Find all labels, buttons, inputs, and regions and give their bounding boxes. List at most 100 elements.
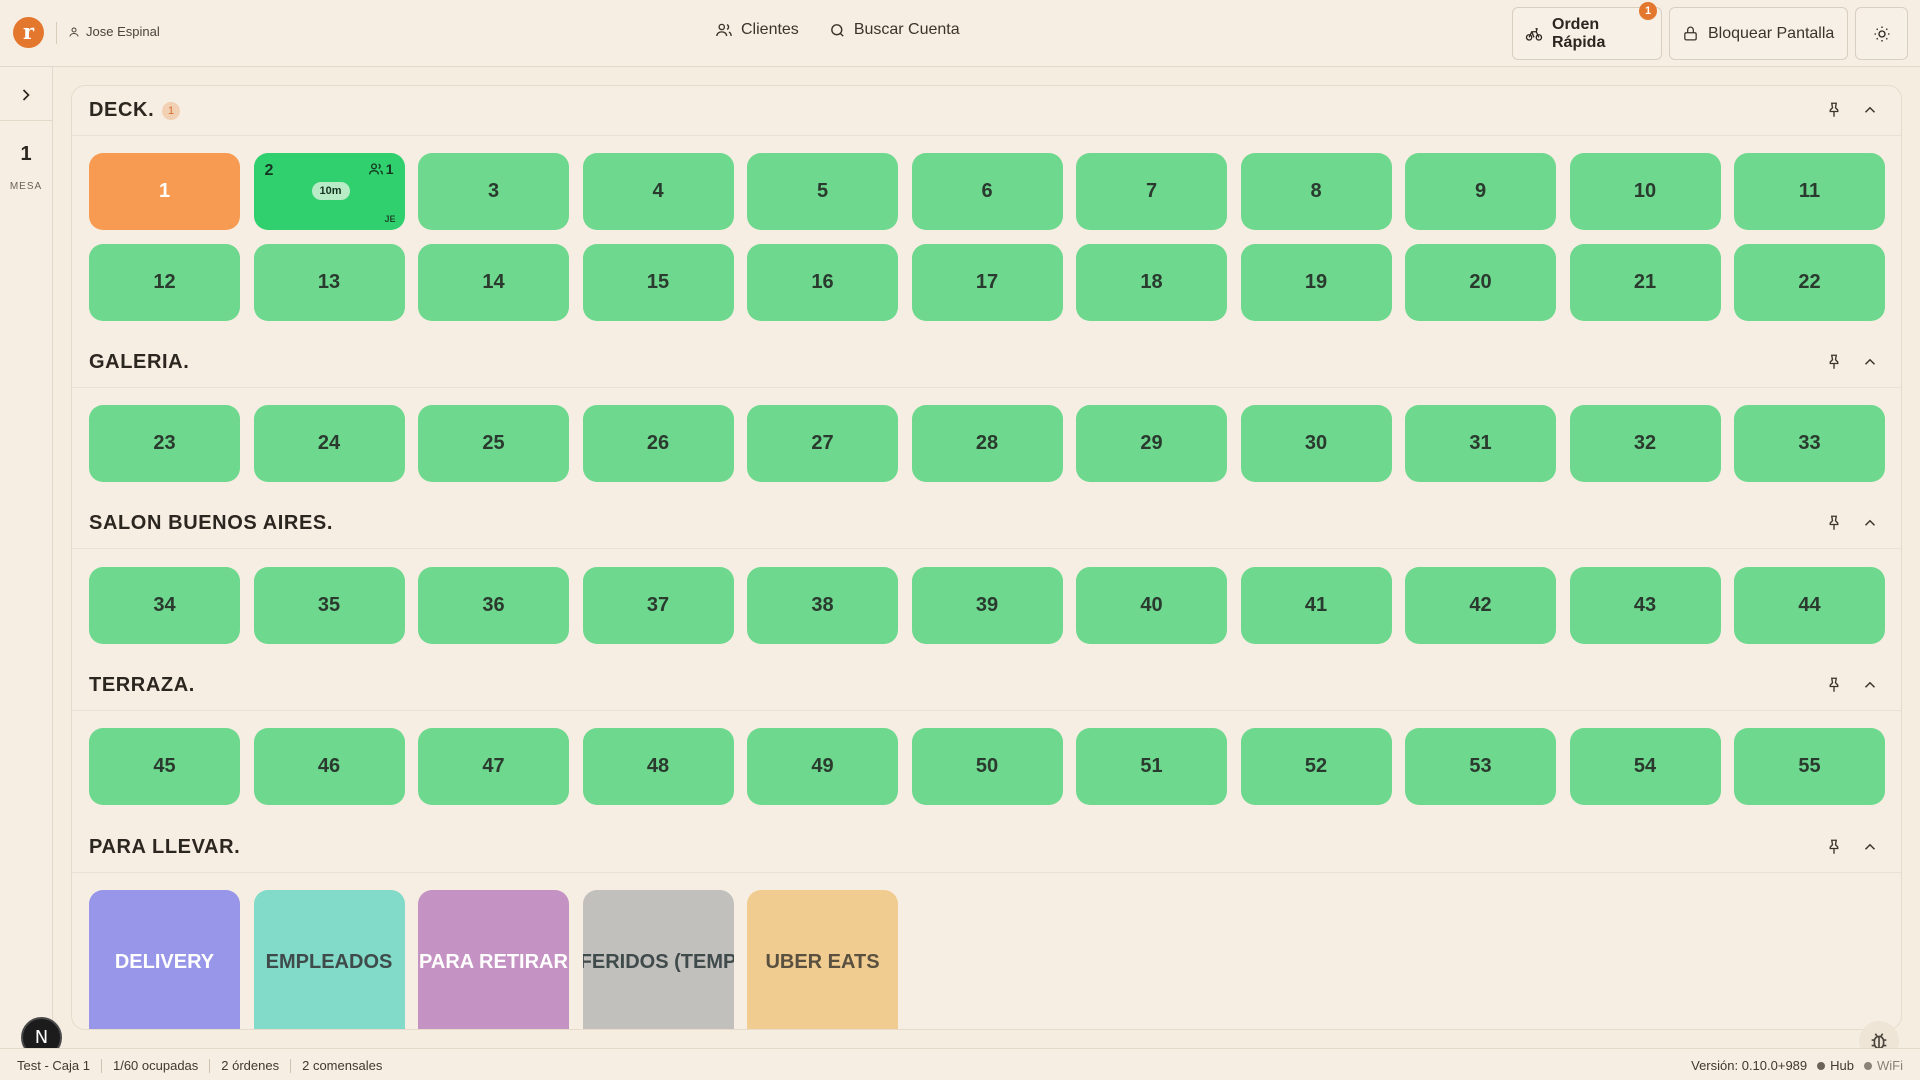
table-tile[interactable]: 29: [1076, 405, 1227, 482]
table-tile[interactable]: 21: [1569, 244, 1721, 321]
table-tile[interactable]: 12: [89, 244, 240, 321]
section-header-galeria[interactable]: GALERIA.: [72, 338, 1901, 388]
table-tile[interactable]: 20: [1405, 244, 1556, 321]
table-tile[interactable]: 25: [418, 405, 569, 482]
chevron-up-icon[interactable]: [1861, 514, 1879, 532]
chevron-up-icon[interactable]: [1861, 353, 1879, 371]
divider: [72, 710, 1901, 711]
table-tile[interactable]: 5: [747, 153, 898, 230]
status-bar: Test - Caja 1 1/60 ocupadas 2 órdenes 2 …: [0, 1048, 1920, 1080]
pin-icon[interactable]: [1825, 838, 1843, 856]
section-header-deck[interactable]: DECK. 1: [72, 86, 1901, 136]
chevron-up-icon[interactable]: [1861, 101, 1879, 119]
table-tile[interactable]: 45: [89, 728, 240, 805]
pin-icon[interactable]: [1825, 514, 1843, 532]
theme-toggle-button[interactable]: [1855, 7, 1908, 60]
table-tile[interactable]: 13: [253, 244, 405, 321]
table-tile[interactable]: 18: [1076, 244, 1227, 321]
table-tile[interactable]: 50: [911, 728, 1063, 805]
table-tile[interactable]: 6: [911, 153, 1063, 230]
search-icon: [829, 22, 846, 39]
table-tile[interactable]: 41: [1240, 567, 1392, 644]
table-tile[interactable]: 38: [747, 567, 898, 644]
table-tile[interactable]: 48: [582, 728, 734, 805]
table-tile[interactable]: 19: [1240, 244, 1392, 321]
bloquear-pantalla-button[interactable]: Bloquear Pantalla: [1669, 7, 1848, 60]
table-tile[interactable]: 1: [89, 153, 240, 230]
chevron-up-icon[interactable]: [1861, 676, 1879, 694]
table-tile[interactable]: 47: [418, 728, 569, 805]
table-tile[interactable]: 42: [1405, 567, 1556, 644]
takeaway-category-tile[interactable]: EMPLEADOS: [253, 890, 405, 1029]
table-tile[interactable]: 43: [1569, 567, 1721, 644]
status-dot-icon: [1864, 1061, 1872, 1070]
section-header-salon[interactable]: SALON BUENOS AIRES.: [72, 499, 1901, 549]
table-tile[interactable]: 30: [1240, 405, 1392, 482]
bloquear-label: Bloquear Pantalla: [1708, 24, 1835, 42]
table-tile[interactable]: 35: [253, 567, 405, 644]
table-tile[interactable]: 49: [747, 728, 898, 805]
table-tile[interactable]: 24: [253, 405, 405, 482]
section-title: DECK.: [89, 99, 155, 121]
takeaway-category-tile[interactable]: FERIDOS (TEMP: [582, 890, 734, 1029]
table-tile[interactable]: 31: [1405, 405, 1556, 482]
table-tile[interactable]: 14: [418, 244, 569, 321]
nav-buscar-cuenta[interactable]: Buscar Cuenta: [829, 21, 960, 39]
takeaway-category-tile[interactable]: UBER EATS: [747, 890, 898, 1029]
comensales-label: 2 comensales: [302, 1058, 383, 1073]
takeaway-category-tile[interactable]: DELIVERY: [89, 890, 240, 1029]
section-header-para-llevar[interactable]: PARA LLEVAR.: [72, 823, 1901, 873]
table-tile[interactable]: 17: [911, 244, 1063, 321]
table-tile[interactable]: 23: [89, 405, 240, 482]
table-tile[interactable]: 55: [1734, 728, 1885, 805]
ordenes-label: 2 órdenes: [221, 1058, 280, 1073]
selected-count-label: MESA: [9, 181, 43, 192]
app-logo[interactable]: r: [13, 17, 44, 48]
table-tile[interactable]: 4: [582, 153, 734, 230]
table-tile[interactable]: 11: [1734, 153, 1885, 230]
table-tile[interactable]: 2 1 10m JE: [253, 153, 405, 230]
table-tile[interactable]: 53: [1405, 728, 1556, 805]
table-tile[interactable]: 51: [1076, 728, 1227, 805]
takeaway-category-tile[interactable]: PARA RETIRAR: [418, 890, 569, 1029]
pin-icon[interactable]: [1825, 353, 1843, 371]
table-tile[interactable]: 15: [582, 244, 734, 321]
table-tile[interactable]: 36: [418, 567, 569, 644]
orden-rapida-button[interactable]: Orden Rápida 1: [1512, 2, 1662, 60]
table-tile[interactable]: 37: [582, 567, 734, 644]
sidebar-expand-button[interactable]: [16, 85, 36, 105]
table-tile[interactable]: 9: [1405, 153, 1556, 230]
hub-status: Hub: [1817, 1058, 1854, 1073]
table-tile[interactable]: 40: [1076, 567, 1227, 644]
table-tile[interactable]: 27: [747, 405, 898, 482]
chevron-up-icon[interactable]: [1861, 838, 1879, 856]
guest-count-value: 1: [385, 161, 394, 177]
pin-icon[interactable]: [1825, 101, 1843, 119]
table-tile[interactable]: 22: [1734, 244, 1885, 321]
user-info[interactable]: Jose Espinal: [68, 24, 160, 39]
table-tile[interactable]: 44: [1734, 567, 1885, 644]
table-tile[interactable]: 8: [1240, 153, 1392, 230]
ocupadas-label: 1/60 ocupadas: [112, 1058, 199, 1073]
table-tile[interactable]: 16: [747, 244, 898, 321]
divider: [56, 22, 57, 44]
table-tile[interactable]: 3: [418, 153, 569, 230]
table-tile[interactable]: 7: [1076, 153, 1227, 230]
version-label: Versión: 0.10.0+989: [1691, 1058, 1808, 1073]
table-tile[interactable]: 10: [1569, 153, 1721, 230]
section-header-terraza[interactable]: TERRAZA.: [72, 661, 1901, 711]
sun-icon: [1873, 25, 1891, 43]
table-tile[interactable]: 33: [1734, 405, 1885, 482]
nav-clientes-label: Clientes: [741, 21, 799, 38]
section-title: PARA LLEVAR.: [89, 836, 241, 858]
table-tile[interactable]: 52: [1240, 728, 1392, 805]
table-tile[interactable]: 26: [582, 405, 734, 482]
nav-clientes[interactable]: Clientes: [715, 21, 799, 39]
table-tile[interactable]: 34: [89, 567, 240, 644]
table-tile[interactable]: 46: [253, 728, 405, 805]
table-tile[interactable]: 28: [911, 405, 1063, 482]
table-tile[interactable]: 39: [911, 567, 1063, 644]
table-tile[interactable]: 54: [1569, 728, 1721, 805]
table-tile[interactable]: 32: [1569, 405, 1721, 482]
pin-icon[interactable]: [1825, 676, 1843, 694]
